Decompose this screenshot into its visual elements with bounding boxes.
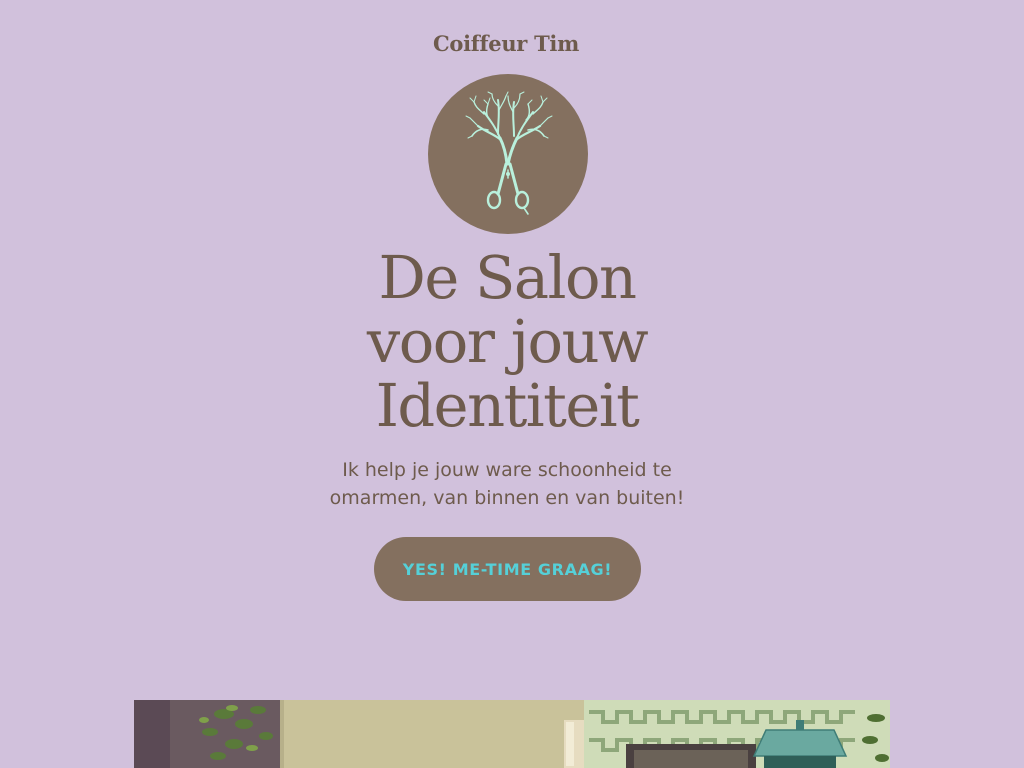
hero-heading-line: De Salon: [378, 243, 637, 312]
hero-heading-line: Identiteit: [375, 371, 640, 440]
hero-heading: De Salon voor jouw Identiteit: [0, 246, 1014, 438]
hero-subtitle-line: omarmen, van binnen en van buiten!: [329, 487, 685, 509]
hero-subtitle-line: Ik help je jouw ware schoonheid te: [342, 459, 672, 481]
hero-subtitle: Ik help je jouw ware schoonheid te omarm…: [0, 456, 1014, 512]
tree-scissors-icon: [465, 91, 553, 215]
cta-button[interactable]: YES! ME-TIME GRAAG!: [374, 537, 641, 601]
logo[interactable]: [428, 74, 588, 234]
salon-interior-image: [134, 700, 890, 768]
landing-page: Coiffeur Tim De Salon voor jouw Identite…: [0, 0, 1024, 768]
hero-heading-line: voor jouw: [366, 307, 649, 376]
site-title[interactable]: Coiffeur Tim: [0, 31, 1012, 56]
